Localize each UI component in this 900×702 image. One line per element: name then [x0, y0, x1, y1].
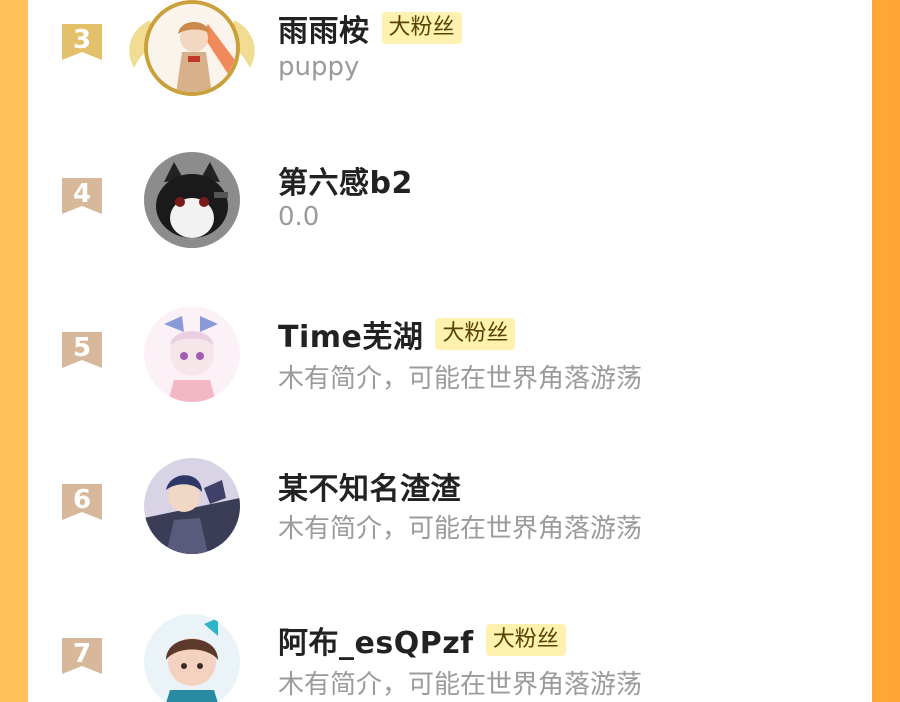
ranking-row-7[interactable]: 7 阿布_esQPzf 大粉丝 木有简介，可能在世界角落游荡 — [28, 598, 872, 702]
user-bio: 0.0 — [278, 202, 320, 232]
big-fan-badge: 大粉丝 — [485, 624, 566, 656]
rank-ribbon-gold-icon: 3 — [60, 20, 104, 64]
user-bio: 木有简介，可能在世界角落游荡 — [278, 364, 643, 394]
user-name[interactable]: 雨雨桉 — [278, 6, 370, 50]
user-name[interactable]: 阿布_esQPzf — [278, 618, 474, 662]
user-bio: 木有简介，可能在世界角落游荡 — [278, 514, 643, 544]
name-line: 某不知名渣渣 — [278, 464, 461, 508]
user-name[interactable]: Time芜湖 — [278, 312, 423, 356]
name-line: 第六感b2 — [278, 158, 413, 202]
cat-avatar[interactable] — [144, 152, 240, 248]
name-line: 阿布_esQPzf 大粉丝 — [278, 618, 566, 662]
big-fan-badge: 大粉丝 — [435, 318, 516, 350]
anime-girl-avatar[interactable] — [144, 0, 240, 96]
name-line: 雨雨桉 大粉丝 — [278, 6, 462, 50]
rank-ribbon-icon: 7 — [60, 634, 104, 678]
rank-ribbon-icon: 4 — [60, 174, 104, 218]
ranking-row-3[interactable]: 3 雨雨桉 大粉丝 puppy — [28, 0, 872, 112]
rank-ribbon-icon: 5 — [60, 328, 104, 372]
anime-girl-blue-avatar[interactable] — [144, 614, 240, 702]
ranking-row-6[interactable]: 6 某不知名渣渣 木有简介，可能在世界角落游荡 — [28, 446, 872, 566]
user-name[interactable]: 某不知名渣渣 — [278, 464, 461, 508]
user-bio: 木有简介，可能在世界角落游荡 — [278, 670, 643, 700]
fan-ranking-panel: 3 雨雨桉 大粉丝 puppy 4 第六感b2 0.0 5 Time芜湖 大粉丝… — [28, 0, 872, 702]
ranking-row-4[interactable]: 4 第六感b2 0.0 — [28, 140, 872, 260]
anime-boy-avatar[interactable] — [144, 458, 240, 554]
user-bio: puppy — [278, 52, 360, 82]
big-fan-badge: 大粉丝 — [381, 12, 462, 44]
anime-girl-bow-avatar[interactable] — [144, 306, 240, 402]
name-line: Time芜湖 大粉丝 — [278, 312, 516, 356]
ranking-row-5[interactable]: 5 Time芜湖 大粉丝 木有简介，可能在世界角落游荡 — [28, 294, 872, 414]
user-name[interactable]: 第六感b2 — [278, 158, 413, 202]
rank-ribbon-icon: 6 — [60, 480, 104, 524]
